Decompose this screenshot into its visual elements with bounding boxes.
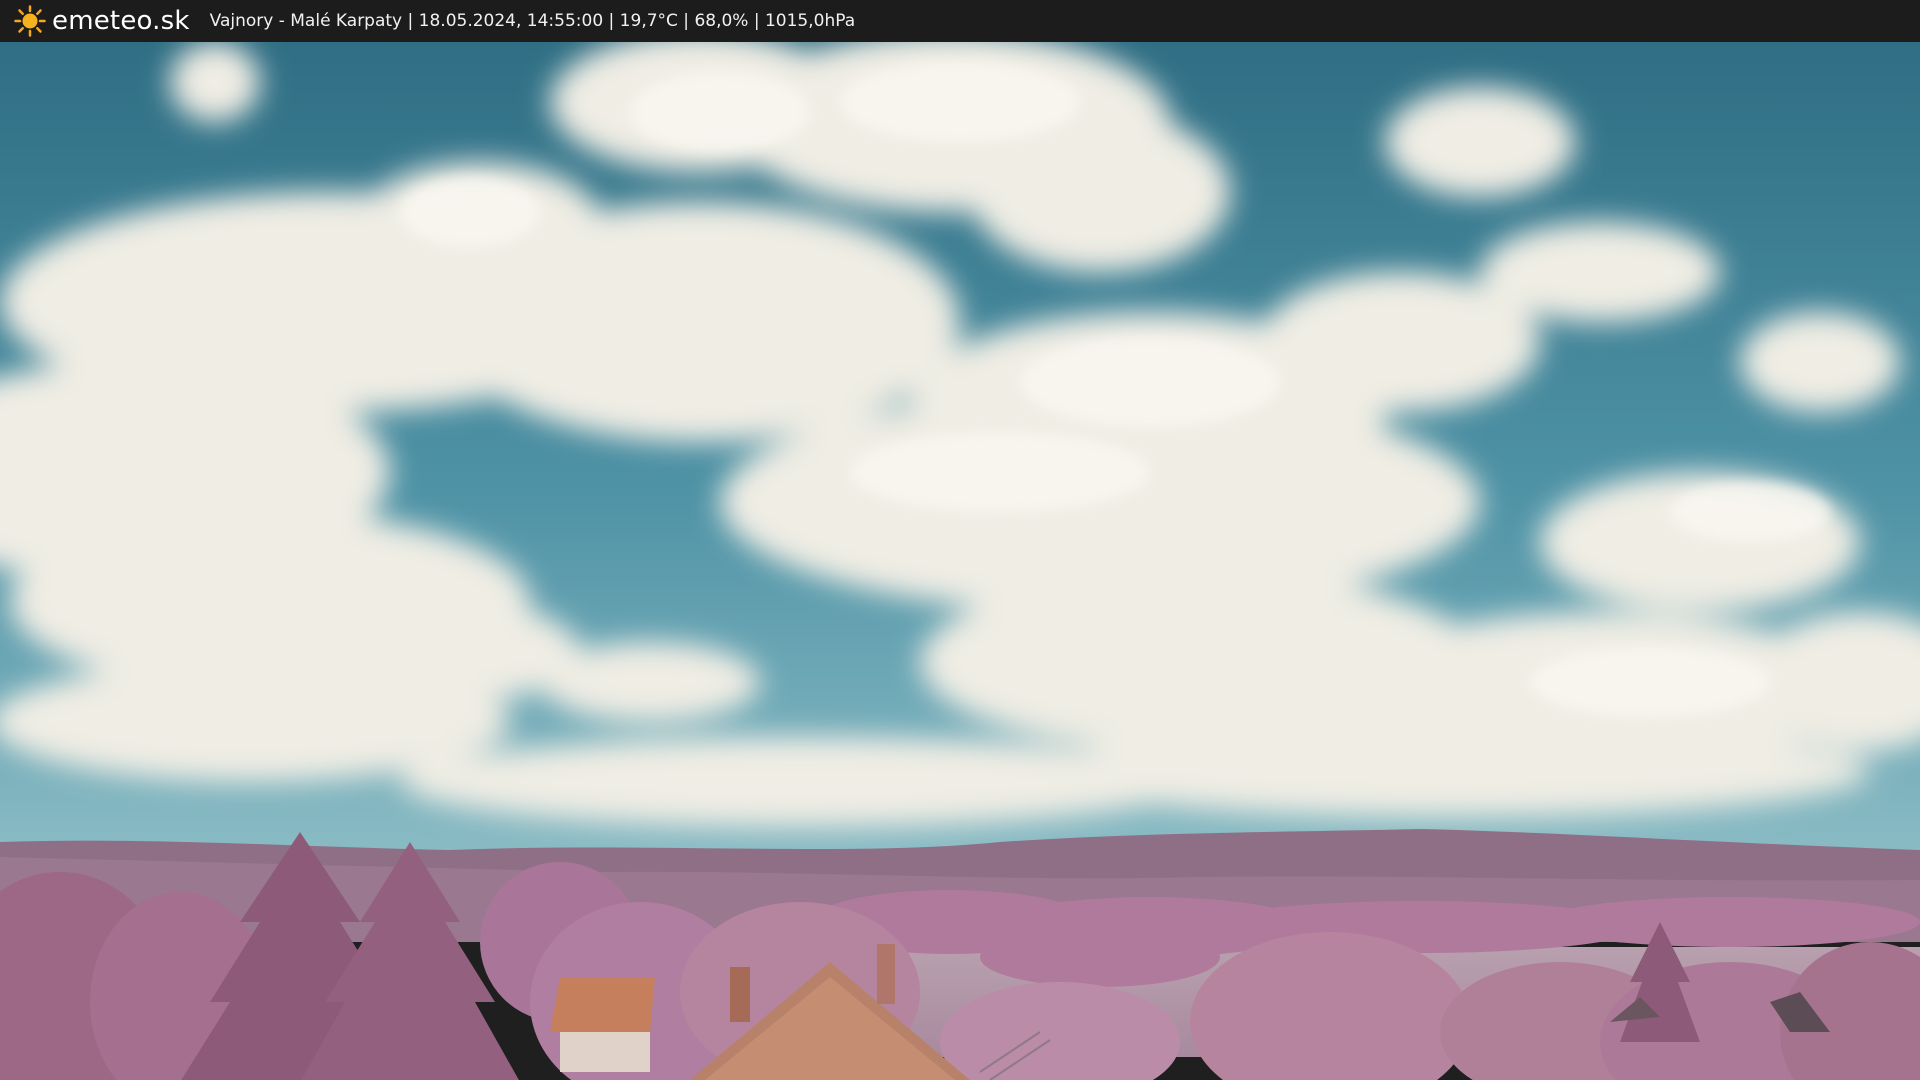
top-bar: emeteo.sk Vajnory - Malé Karpaty | 18.05… bbox=[0, 0, 1920, 42]
brand-name: emeteo.sk bbox=[52, 6, 190, 36]
logo[interactable]: emeteo.sk bbox=[14, 5, 190, 37]
webcam-image bbox=[0, 42, 1920, 1080]
weather-info: Vajnory - Malé Karpaty | 18.05.2024, 14:… bbox=[209, 11, 856, 31]
sun-icon bbox=[14, 5, 46, 37]
